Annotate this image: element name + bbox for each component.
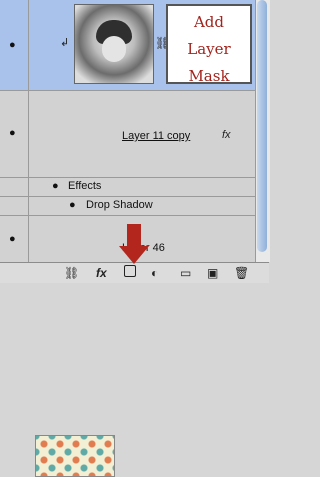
effects-label: Effects xyxy=(68,180,102,192)
effects-row[interactable]: ● Effects xyxy=(0,178,255,197)
layer11-name[interactable]: Layer 11 copy xyxy=(122,130,190,142)
mask-annotation-box: Add Layer Mask xyxy=(166,4,252,85)
layer46-thumbnail[interactable] xyxy=(35,435,115,477)
fx-button[interactable]: fx xyxy=(96,266,107,280)
eye-icon[interactable]: ● xyxy=(52,181,59,192)
eye-icon[interactable]: ● xyxy=(9,234,16,245)
new-layer-icon[interactable]: ▣ xyxy=(207,266,218,280)
drop-shadow-row[interactable]: ● Drop Shadow xyxy=(0,197,255,216)
mask-annotation-line2: Layer xyxy=(187,40,231,58)
folder-icon[interactable]: ▭ xyxy=(180,266,191,280)
visibility-toggle[interactable]: ● xyxy=(0,0,29,90)
visibility-toggle[interactable] xyxy=(0,197,29,215)
layer-row-selected[interactable]: ● ↲ ⛓ Add Layer Mask xyxy=(0,0,255,91)
photo-subject-face xyxy=(102,36,126,62)
layers-toolbar: ⛓ fx ◐ ▭ ▣ 🗑 xyxy=(0,262,269,283)
trash-icon[interactable]: 🗑 xyxy=(234,266,249,280)
annotation-arrow xyxy=(119,224,149,264)
fx-icon[interactable]: fx xyxy=(222,129,231,141)
visibility-toggle[interactable]: ● xyxy=(0,91,29,177)
drop-shadow-label: Drop Shadow xyxy=(86,199,153,211)
visibility-toggle[interactable]: ● xyxy=(0,216,29,262)
eye-icon[interactable]: ● xyxy=(69,200,76,211)
eye-icon[interactable]: ● xyxy=(9,128,16,139)
add-mask-icon[interactable] xyxy=(124,265,136,277)
clip-arrow-icon: ↲ xyxy=(60,37,70,49)
layer-row-layer11[interactable]: ● Layer 11 copy fx xyxy=(0,91,255,266)
visibility-toggle[interactable] xyxy=(0,178,29,196)
eye-icon[interactable]: ● xyxy=(9,40,16,51)
scrollbar-thumb[interactable] xyxy=(257,0,267,252)
mask-annotation-line3: Mask xyxy=(188,67,230,85)
mask-annotation-line1: Add xyxy=(193,13,225,31)
adjustment-icon[interactable]: ◐ xyxy=(151,266,158,280)
link-layers-icon[interactable]: ⛓ xyxy=(64,266,79,280)
